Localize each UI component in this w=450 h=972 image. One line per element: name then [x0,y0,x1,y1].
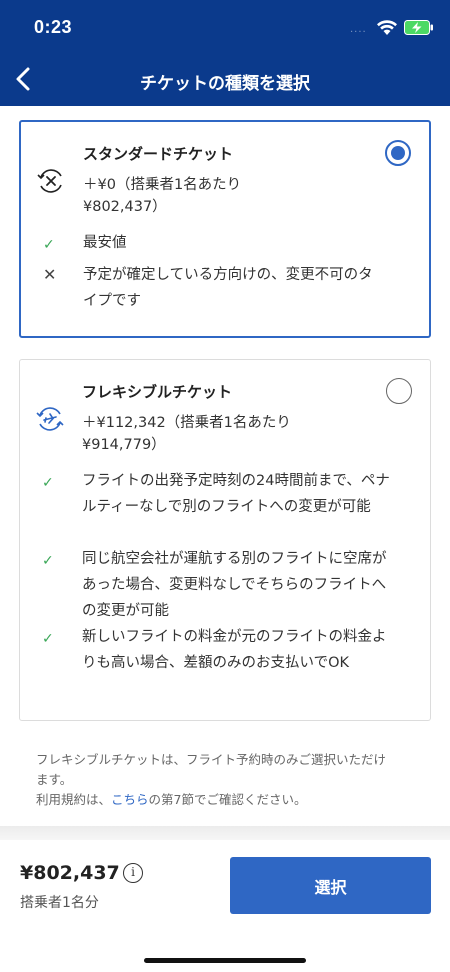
radio-selected[interactable] [385,140,411,166]
ticket-name: フレキシブルチケット [82,383,233,401]
footnote: フレキシブルチケットは、フライト予約時のみご選択いただけます。 利用規約は、こち… [36,752,387,807]
feature-item: ✓ 同じ航空会社が運航する別のフライトに空席があった場合、変更料なしでそちらのフ… [42,546,392,624]
per-passenger-label: 搭乗者1名分 [20,895,99,911]
feature-item: ✓ 最安値 [43,230,403,256]
divider [0,826,450,840]
standard-ticket-card[interactable]: スタンダードチケット ＋¥0（搭乗者1名あたり ¥802,437） ✓ 最安値 … [19,120,431,338]
ticket-price: ＋¥112,342（搭乗者1名あたり ¥914,779） [82,415,291,453]
signal-icon: .... [350,24,367,35]
ticket-price: ＋¥0（搭乗者1名あたり ¥802,437） [83,177,242,215]
status-bar: 0:23 .... [0,0,450,52]
check-icon: ✓ [43,237,55,253]
nav-bar: チケットの種類を選択 [0,52,450,106]
info-icon[interactable]: i [123,863,143,883]
flexible-ticket-card[interactable]: フレキシブルチケット ＋¥112,342（搭乗者1名あたり ¥914,779） … [19,359,431,721]
terms-link[interactable]: こちら [111,792,149,807]
status-time: 0:23 [34,17,73,37]
page-title: チケットの種類を選択 [140,74,310,94]
plane-cross-icon [37,169,62,193]
feature-item: ✓ フライトの出発予定時刻の24時間前まで、ペナルティーなしで別のフライトへの変… [42,468,392,520]
wifi-icon [377,20,397,35]
ticket-name: スタンダードチケット [83,145,234,163]
total-price: ¥802,437 [20,862,120,884]
feature-item: ✓ 新しいフライトの料金が元のフライトの料金よりも高い場合、差額のみのお支払いで… [42,624,392,676]
plane-arrows-icon [36,407,64,431]
check-icon: ✓ [42,553,54,569]
home-indicator[interactable] [144,958,306,963]
feature-item: ✕ 予定が確定している方向けの、変更不可のタイプです [43,262,383,314]
radio-unselected[interactable] [386,378,412,404]
select-button[interactable]: 選択 [230,857,431,914]
battery-charging-icon [404,20,433,35]
check-icon: ✓ [42,475,54,491]
check-icon: ✓ [42,631,54,647]
cross-icon: ✕ [43,265,57,284]
bottom-bar: ¥802,437 i 搭乗者1名分 選択 [0,840,450,972]
